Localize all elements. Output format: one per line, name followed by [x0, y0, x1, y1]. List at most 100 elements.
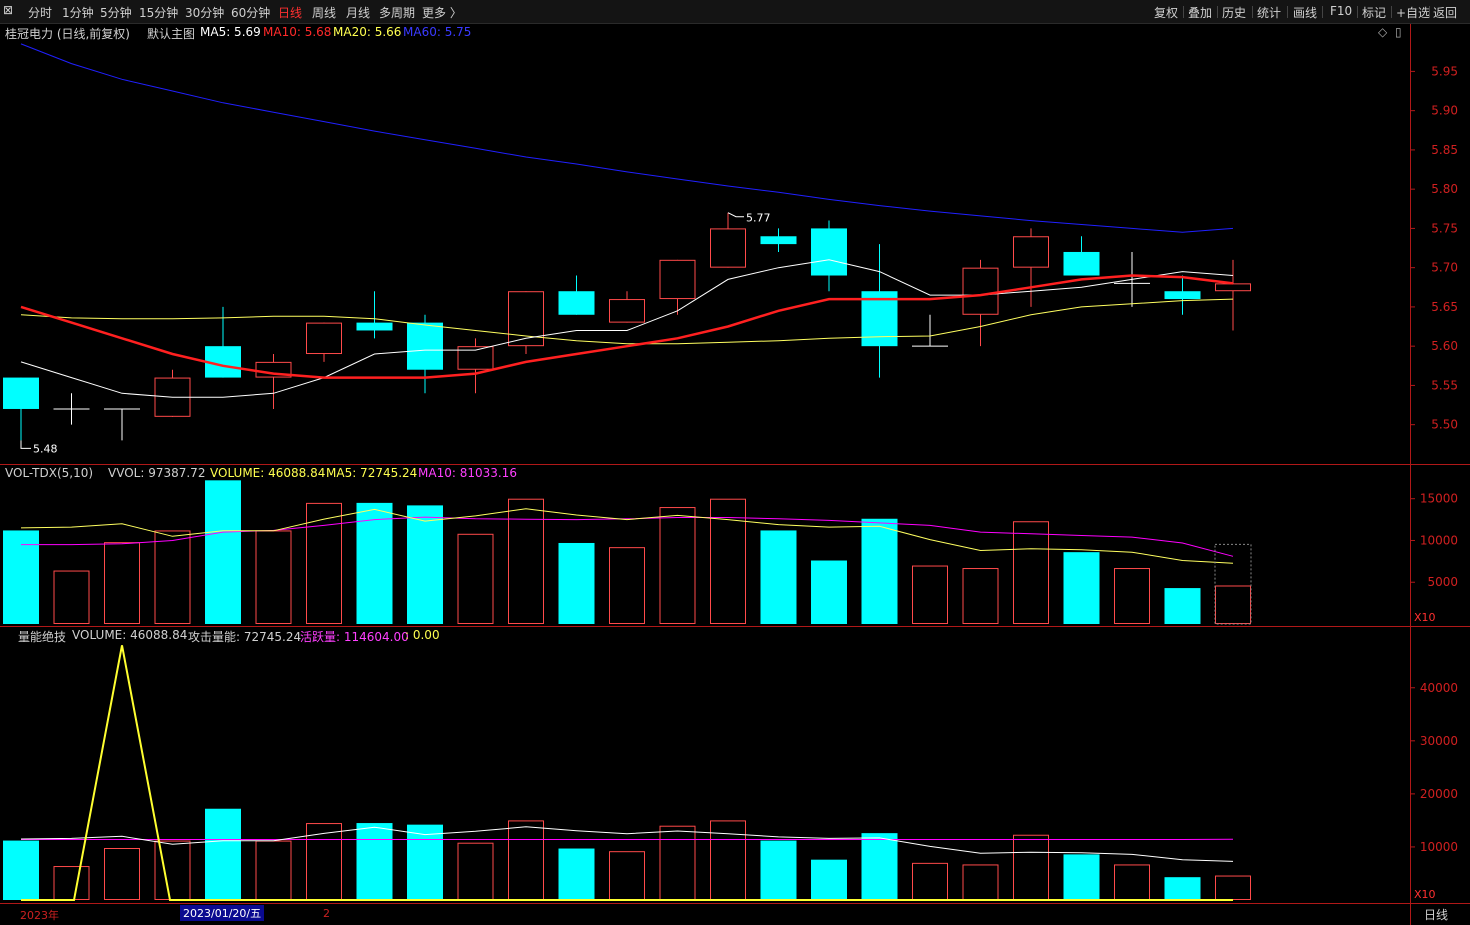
adjust-button[interactable]: 复权 — [1154, 4, 1178, 21]
energy-tick-label: 10000 — [1420, 840, 1458, 854]
energy-volume-bar — [912, 862, 948, 900]
toolbar-divider — [1287, 6, 1288, 18]
volume-bar — [53, 570, 90, 625]
stock-title: 桂冠电力 (日线,前复权) — [5, 27, 130, 41]
period-toolbar: ⊠ 分时 1分钟 5分钟 15分钟 30分钟 60分钟 日线 周线 月线 多周期… — [0, 0, 1470, 24]
active-volume-legend: 活跃量: 114604.00 — [300, 630, 409, 644]
vol-ma5-line — [20, 508, 1234, 564]
signal-line — [21, 645, 1233, 901]
ma5-line — [20, 259, 1234, 398]
energy-volume-bar — [53, 866, 90, 901]
vol-indicator-name[interactable]: VOL-TDX(5,10) — [5, 466, 93, 480]
energy-volume-bar — [356, 823, 393, 900]
toolbar-divider — [1357, 6, 1358, 18]
price-tick-label: 5.50 — [1431, 418, 1458, 432]
candle-body — [962, 267, 999, 315]
diamond-icon[interactable]: ◇ — [1378, 25, 1387, 39]
back-button[interactable]: 返回 — [1433, 4, 1457, 21]
tab-monthly[interactable]: 月线 — [346, 4, 370, 21]
collapse-icon[interactable]: ⊠ — [3, 3, 13, 17]
candle-body — [609, 299, 645, 323]
candle-body — [306, 322, 342, 355]
energy-volume-bar — [558, 848, 595, 900]
mark-button[interactable]: 标记 — [1362, 4, 1386, 21]
volume-bar — [1215, 585, 1251, 624]
energy-tick-label: 30000 — [1420, 734, 1458, 748]
tab-intraday[interactable]: 分时 — [28, 4, 52, 21]
tab-30min[interactable]: 30分钟 — [185, 4, 224, 21]
candle-body — [811, 228, 847, 276]
volume-bar — [1013, 521, 1049, 625]
energy-volume-bar — [609, 851, 645, 900]
energy-tick-label: 40000 — [1420, 681, 1458, 695]
volume-bar — [104, 542, 140, 624]
attack-volume-line — [20, 826, 1234, 862]
tab-multi-period[interactable]: 多周期 — [379, 4, 415, 21]
energy-volume-bar — [811, 859, 847, 900]
tab-daily[interactable]: 日线 — [278, 4, 302, 21]
tab-15min[interactable]: 15分钟 — [139, 4, 178, 21]
tab-weekly[interactable]: 周线 — [312, 4, 336, 21]
price-tick-label: 5.90 — [1431, 104, 1458, 118]
volume-bar — [508, 498, 544, 624]
f10-button[interactable]: F10 — [1330, 4, 1352, 18]
volume-bar — [306, 502, 342, 624]
attack-volume-legend: 攻击量能: 72745.24 — [188, 630, 302, 644]
panel-toggle-icon[interactable]: ▯ — [1395, 25, 1402, 39]
volume-bar — [1063, 552, 1100, 624]
vol-tick-label: 5000 — [1427, 575, 1458, 589]
volume-bar — [205, 480, 241, 624]
statistics-button[interactable]: 统计 — [1257, 4, 1281, 21]
candle-body — [1164, 291, 1201, 300]
volume-bar — [1164, 588, 1201, 624]
energy-volume-bar — [104, 848, 140, 900]
tab-more[interactable]: 更多 〉 — [422, 4, 462, 21]
candle-body — [1013, 236, 1049, 268]
vol-multiplier-label: X10 — [1414, 611, 1436, 624]
tab-5min[interactable]: 5分钟 — [100, 4, 132, 21]
volume-bar — [760, 530, 797, 624]
candle-body — [659, 259, 696, 300]
vvol-legend: VVOL: 97387.72 — [108, 466, 206, 480]
volume-legend: VOLUME: 46088.84 — [210, 466, 326, 480]
add-watchlist-button[interactable]: +自选 — [1396, 4, 1430, 21]
ma60-line — [20, 43, 1234, 233]
month-marker: 2 — [323, 907, 330, 920]
history-button[interactable]: 历史 — [1222, 4, 1246, 21]
volume-bar — [861, 518, 898, 624]
energy-volume-bar — [255, 840, 292, 900]
energy-volume-bar — [760, 840, 797, 900]
energy-volume-bar — [962, 864, 999, 900]
energy-volume-bar — [659, 825, 696, 901]
high-marker — [727, 212, 744, 218]
toolbar-divider — [1252, 6, 1253, 18]
volume-bar — [255, 530, 292, 625]
draw-line-button[interactable]: 画线 — [1293, 4, 1317, 21]
energy-volume-bar — [457, 842, 494, 900]
vol-ma10-line — [21, 516, 1234, 557]
volume-bar — [659, 507, 696, 625]
signal-legend: : 0.00 — [405, 628, 440, 642]
energy-volume-bar — [1215, 875, 1251, 900]
energy-multiplier-label: X10 — [1414, 888, 1436, 901]
low-price-label: 5.48 — [33, 442, 58, 455]
vol-tick-label: 10000 — [1420, 533, 1458, 547]
energy-volume-bar — [861, 833, 898, 900]
candle-body — [1063, 251, 1100, 276]
toolbar-divider — [1429, 6, 1430, 18]
period-label: 日线 — [1424, 908, 1449, 922]
overlay-button[interactable]: 叠加 — [1188, 4, 1212, 21]
main-template-label[interactable]: 默认主图 — [147, 25, 195, 42]
energy-volume-bar — [1063, 854, 1100, 900]
volume-bar — [407, 505, 443, 624]
candle-body — [760, 236, 797, 245]
tab-1min[interactable]: 1分钟 — [62, 4, 94, 21]
energy-indicator-name[interactable]: 量能绝技 — [18, 628, 66, 645]
price-tick-label: 5.65 — [1431, 300, 1458, 314]
energy-volume-bar — [1114, 864, 1150, 900]
high-price-label: 5.77 — [746, 212, 771, 225]
energy-tick-label: 20000 — [1420, 787, 1458, 801]
candle-body — [1215, 283, 1251, 292]
tab-60min[interactable]: 60分钟 — [231, 4, 270, 21]
ma5-legend: MA5: 5.69 — [200, 25, 261, 39]
